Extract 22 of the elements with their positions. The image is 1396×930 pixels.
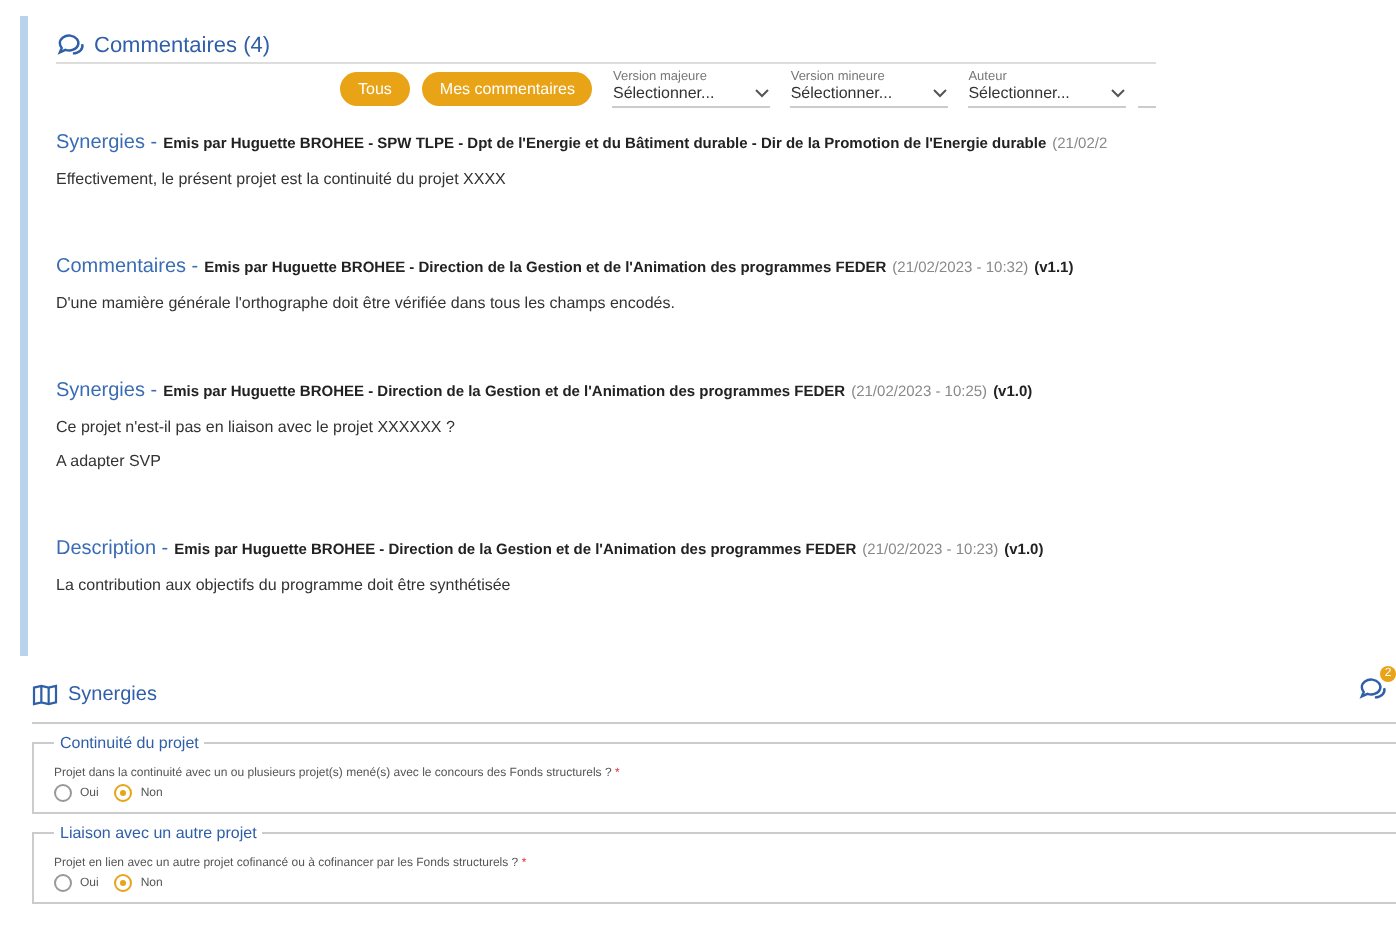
chevron-down-icon bbox=[754, 88, 771, 98]
filter-dropdown[interactable]: Sélectionner... bbox=[790, 84, 949, 108]
comments-icon bbox=[56, 32, 86, 58]
filter-dropdown[interactable]: Sélectionner... bbox=[968, 84, 1127, 108]
group-legend: Continuité du projet bbox=[54, 734, 205, 752]
comment-text: A adapter SVP bbox=[56, 452, 163, 470]
comments-icon[interactable] bbox=[1358, 676, 1388, 702]
comment-section: Synergies - bbox=[56, 380, 158, 402]
filter-dropdown[interactable]: Sélectionner... bbox=[612, 84, 771, 108]
comment-section: Description - bbox=[56, 538, 169, 560]
section-title: Synergies bbox=[68, 683, 157, 705]
comment-text: Ce projet n'est-il pas en liaison avec le projet XXXXXX ? bbox=[56, 418, 457, 436]
comment-text: D'une mamière générale l'orthographe doit être vérifiée dans tous les champs encodés. bbox=[56, 294, 677, 312]
comment-text: Effectivement, le présent projet est la continuité du projet XXXX bbox=[56, 170, 508, 188]
map-icon bbox=[32, 683, 58, 705]
comment-section: Synergies - bbox=[56, 132, 158, 154]
comment-text: La contribution aux objectifs du programme doit être synthétisée bbox=[56, 576, 513, 594]
chevron-down-icon bbox=[1110, 88, 1127, 98]
comment-section: Commentaires - bbox=[56, 256, 199, 278]
panel-title: Commentaires (4) bbox=[94, 33, 271, 57]
chevron-down-icon bbox=[932, 88, 949, 98]
group-legend: Liaison avec un autre projet bbox=[54, 824, 263, 842]
